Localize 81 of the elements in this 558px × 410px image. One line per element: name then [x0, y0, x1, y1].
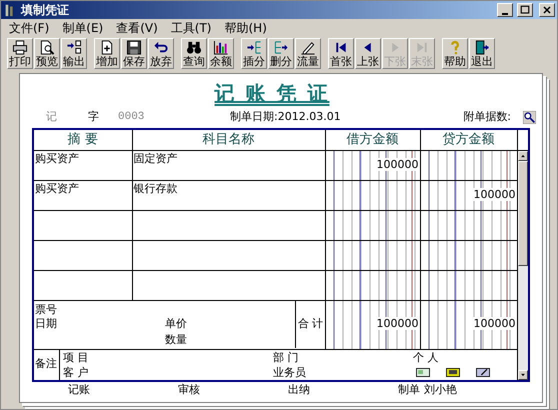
signature-value: 刘小艳	[424, 382, 457, 398]
menu-item[interactable]: 制单(E)	[58, 19, 112, 37]
scroll-thumb[interactable]	[518, 160, 528, 266]
person-label: 个 人	[413, 350, 440, 364]
voucher-number: 0003	[118, 110, 146, 125]
quantity-label: 数量	[165, 332, 188, 348]
account-cell: 固定资产	[132, 150, 325, 180]
up-arrow-icon	[520, 152, 526, 158]
column-header: 摘 要	[33, 129, 132, 150]
toolbar-button[interactable]: 预览	[34, 38, 60, 69]
toolbar-button[interactable]: 放弃	[148, 38, 174, 69]
toolbar-button[interactable]: 上张	[355, 38, 381, 69]
down-arrow-icon	[520, 372, 526, 378]
column-header: 贷方金额	[420, 129, 517, 150]
remarks-label: 备注	[33, 350, 60, 380]
voucher-title: 记 账 凭 证	[213, 80, 330, 106]
account-cell: 银行存款	[132, 180, 325, 210]
toolbar-button[interactable]: 输出	[61, 38, 87, 69]
menu-item[interactable]: 文件(F)	[5, 19, 58, 37]
signature-label: 制单	[398, 382, 420, 398]
toolbar-button[interactable]: 帮助	[442, 38, 468, 69]
pen-icon	[300, 40, 316, 55]
toolbar-button[interactable]: 删分	[268, 38, 294, 69]
minimize-button[interactable]	[497, 3, 513, 17]
column-header: 借方金额	[325, 129, 420, 150]
printer-icon	[12, 40, 28, 55]
undo-arrow-icon	[153, 40, 169, 55]
card-icon	[443, 366, 463, 378]
exit-door-icon	[474, 40, 490, 55]
salesperson-label: 业务员	[273, 364, 307, 380]
unit-price-label: 单价	[165, 316, 188, 332]
window-title: 填制凭证	[21, 2, 70, 19]
voucher-word: 字	[88, 108, 100, 125]
project-label: 项 目	[63, 350, 90, 364]
ticket-label: 票号	[35, 302, 58, 316]
date-label: 制单日期:	[230, 108, 278, 125]
menu-item[interactable]: 帮助(H)	[220, 19, 276, 37]
menu-item[interactable]: 工具(T)	[166, 19, 220, 37]
date-label: 日期	[35, 316, 58, 332]
export-arrow-icon	[66, 40, 82, 55]
debit-total: 100000	[376, 317, 418, 330]
attachments-label: 附单据数:	[462, 108, 511, 125]
toolbar-button[interactable]: 保存	[121, 38, 147, 69]
delete-row-icon	[273, 40, 289, 55]
add-document-icon	[99, 40, 115, 55]
toolbar-button[interactable]: 打印	[7, 38, 33, 69]
date-value: 2012.03.01	[278, 108, 341, 125]
summary-cell: 购买资产	[33, 150, 132, 180]
bar-chart-icon	[213, 40, 229, 55]
toolbar-button[interactable]: 退出	[469, 38, 495, 69]
credit-amount: 100000	[472, 188, 516, 201]
menu-item[interactable]: 查看(V)	[112, 19, 167, 37]
search-icon	[523, 110, 536, 124]
department-label: 部 门	[273, 350, 300, 364]
toolbar-button[interactable]: 查询	[181, 38, 207, 69]
card-pen-icon	[473, 366, 493, 378]
binoculars-icon	[186, 40, 202, 55]
voucher-type: 记	[45, 108, 58, 125]
summary-cell: 购买资产	[33, 180, 132, 210]
toolbar-button[interactable]: 插分	[241, 38, 267, 69]
close-icon	[541, 4, 553, 16]
close-button[interactable]	[539, 3, 555, 17]
card-icon	[413, 366, 433, 378]
signature-label: 出纳	[288, 382, 310, 398]
insert-row-icon	[246, 40, 262, 55]
document-magnifier-icon	[39, 40, 55, 55]
signature-label: 记账	[68, 382, 90, 398]
customer-label: 客 户	[63, 364, 90, 380]
scrollbar[interactable]	[517, 150, 529, 381]
credit-total: 100000	[472, 317, 516, 330]
toolbar-button[interactable]: 流量	[295, 38, 321, 69]
signature-label: 审核	[178, 382, 200, 398]
total-label: 合 计	[294, 300, 326, 348]
maximize-button[interactable]	[517, 3, 533, 17]
debit-amount: 100000	[376, 158, 418, 171]
toolbar-button[interactable]: 余额	[208, 38, 234, 69]
maximize-icon	[519, 4, 531, 16]
column-header: 科目名称	[132, 129, 325, 150]
toolbar-button[interactable]: 首张	[328, 38, 354, 69]
toolbar-button[interactable]: 增加	[94, 38, 120, 69]
minimize-icon	[502, 12, 508, 14]
